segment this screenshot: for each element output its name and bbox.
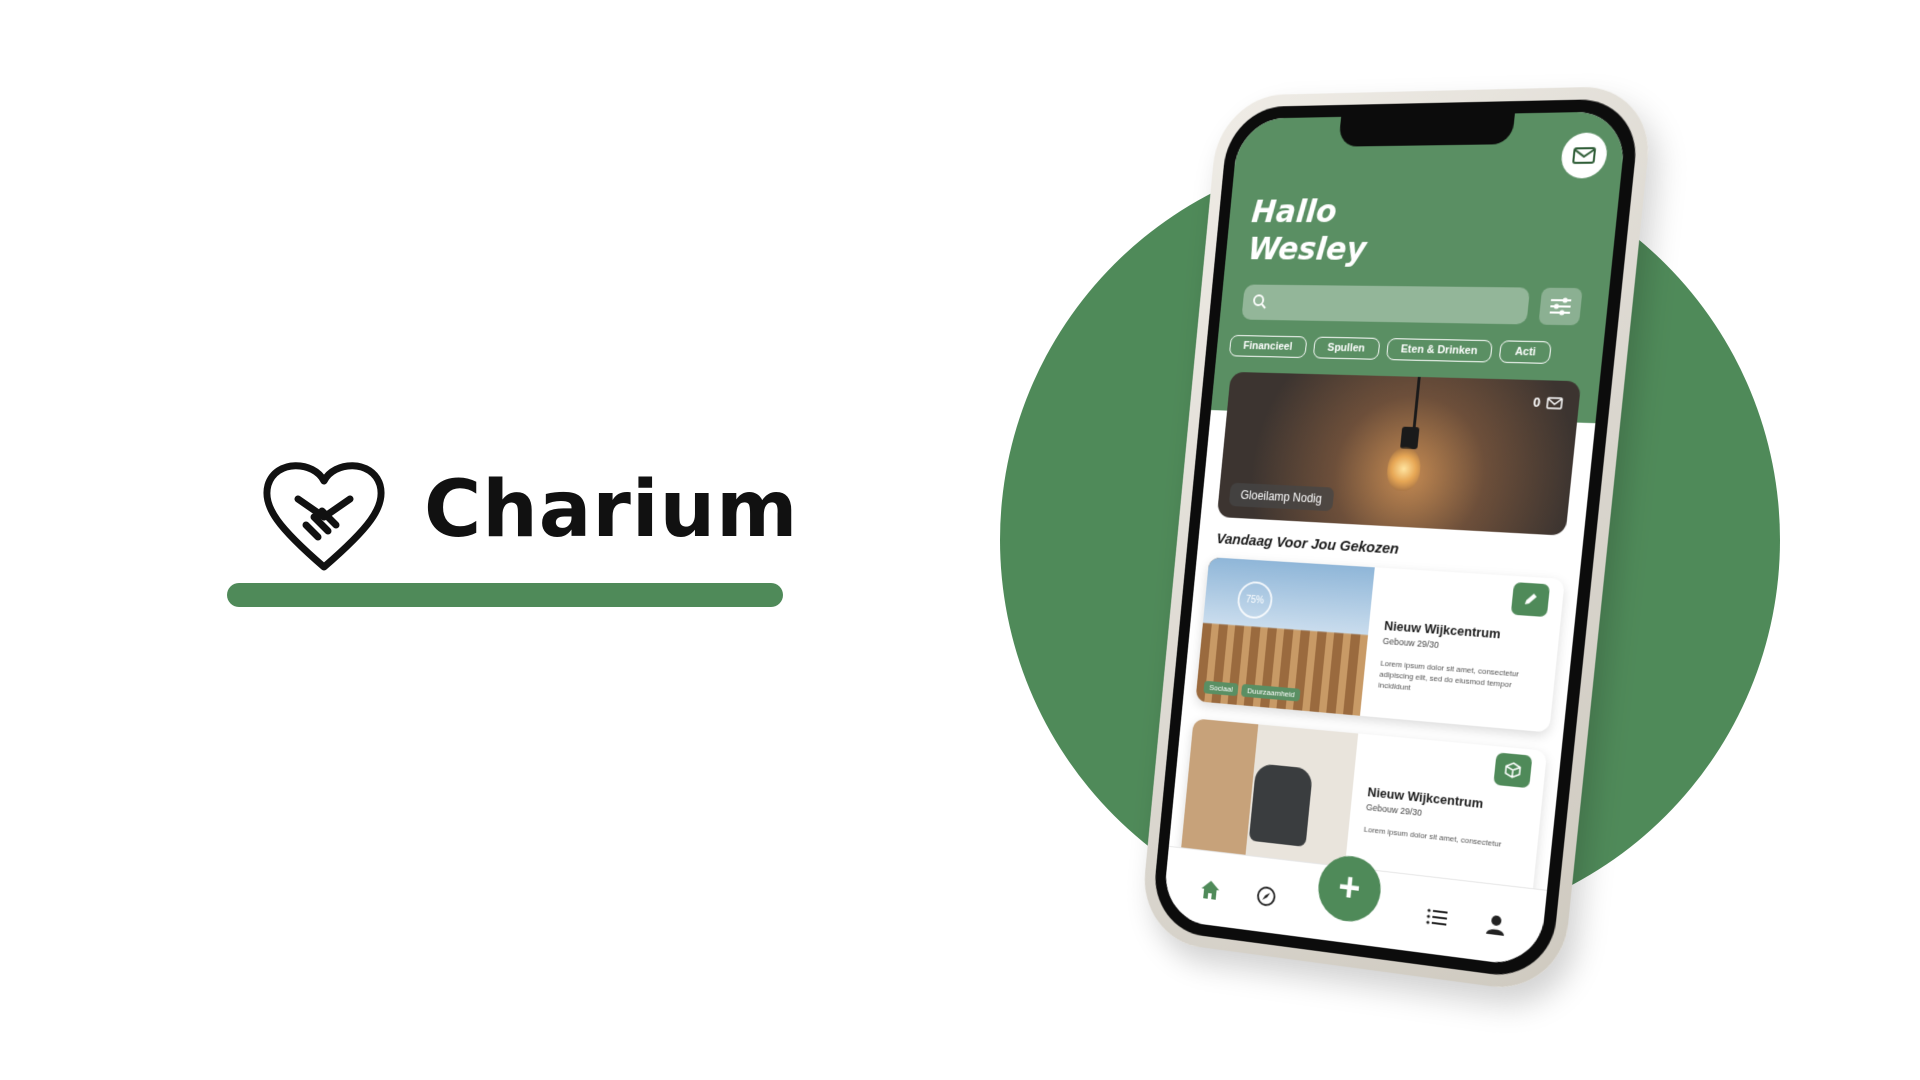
card-location: Gebouw 29/30 <box>1365 802 1423 818</box>
project-card[interactable]: 75% Sociaal Duurzaamheid Nieuw Wijkcentru… <box>1195 557 1565 733</box>
brand-name: Charium <box>424 465 799 555</box>
chair-image <box>1248 763 1314 847</box>
greeting: Hallo Wesley <box>1246 192 1371 268</box>
filter-button[interactable] <box>1538 287 1583 326</box>
mail-icon <box>1572 147 1596 164</box>
hero-count-value: 0 <box>1532 394 1542 410</box>
hero-message-count: 0 <box>1532 394 1563 410</box>
chip-spullen[interactable]: Spullen <box>1312 336 1381 360</box>
greeting-line-2: Wesley <box>1246 229 1369 268</box>
progress-ring: 75% <box>1235 580 1275 620</box>
light-bulb-image <box>1385 446 1423 492</box>
brand-logo: Charium <box>258 455 797 595</box>
brand-underline-bar <box>227 583 783 607</box>
chip-activiteiten[interactable]: Acti <box>1498 340 1552 364</box>
tab-home[interactable] <box>1198 876 1224 904</box>
card-image: 75% Sociaal Duurzaamheid <box>1195 557 1375 716</box>
card-description: Lorem ipsum dolor sit amet, consectetur … <box>1377 658 1520 693</box>
tab-list[interactable] <box>1423 903 1451 932</box>
mail-icon <box>1546 396 1563 409</box>
chip-financieel[interactable]: Financieel <box>1228 334 1308 359</box>
hero-card[interactable]: 0 Gloeilamp Nodig <box>1216 371 1582 536</box>
card-action-button[interactable] <box>1510 582 1551 618</box>
compass-icon <box>1255 884 1277 908</box>
chip-eten-drinken[interactable]: Eten & Drinken <box>1385 338 1494 363</box>
search-icon <box>1251 293 1267 309</box>
sliders-icon <box>1548 297 1572 316</box>
bulb-wire <box>1412 376 1421 430</box>
card-action-button[interactable] <box>1493 752 1533 789</box>
card-location: Gebouw 29/30 <box>1382 635 1440 651</box>
tab-explore[interactable] <box>1253 882 1279 910</box>
pencil-icon <box>1524 593 1538 606</box>
tab-profile[interactable] <box>1482 910 1510 939</box>
user-icon <box>1486 915 1505 936</box>
hero-tag: Gloeilamp Nodig <box>1228 482 1335 512</box>
box-icon <box>1504 761 1522 779</box>
section-title: Vandaag Voor Jou Gekozen <box>1215 530 1400 558</box>
image-tag: Duurzaamheid <box>1241 683 1301 702</box>
image-tag: Sociaal <box>1203 680 1239 697</box>
handshake-heart-icon <box>263 462 385 571</box>
phone-notch <box>1338 113 1515 147</box>
home-icon <box>1200 879 1221 901</box>
image-tags: Sociaal Duurzaamheid <box>1203 677 1305 703</box>
card-description: Lorem ipsum dolor sit amet, consectetur <box>1363 824 1502 849</box>
search-input[interactable] <box>1241 284 1531 325</box>
list-icon <box>1426 907 1449 928</box>
greeting-line-1: Hallo <box>1250 192 1339 230</box>
